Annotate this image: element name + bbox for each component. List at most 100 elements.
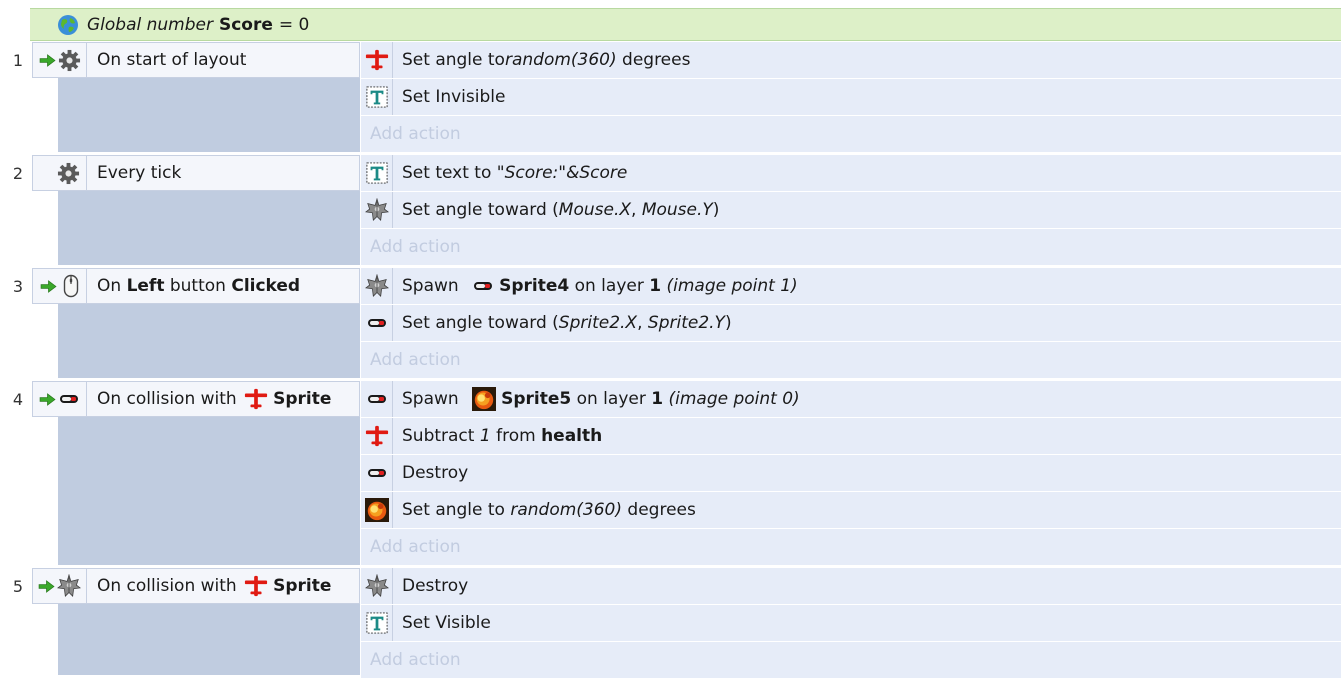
condition-on-collision[interactable]: On collision with Sprite (32, 381, 360, 417)
condition-object-name: Sprite (273, 389, 332, 409)
condition-text-part: button (164, 276, 232, 296)
action-text: Set angle toward ( (402, 200, 559, 220)
action-text: Set text to (402, 163, 497, 183)
event-block-4: 4 On collision with Sprite Spawn Sprite5… (0, 381, 1341, 565)
condition-start-of-layout[interactable]: On start of layout (32, 42, 360, 78)
action-row[interactable]: Spawn Sprite5 on layer 1 (image point 0) (361, 381, 1341, 417)
condition-on-collision[interactable]: On collision with Sprite (32, 568, 360, 604)
add-action-link[interactable]: Add action (361, 529, 1341, 565)
event-block-5: 5 On collision with Sprite Destroy Set V… (0, 568, 1341, 678)
action-row[interactable]: Set Visible (361, 605, 1341, 641)
action-text: Set Visible (402, 613, 491, 633)
bullet-sprite-icon (58, 393, 80, 405)
action-text: Spawn (402, 389, 465, 409)
bullet-sprite-icon (361, 305, 393, 341)
action-row[interactable]: Set angle to random(360) degrees (361, 42, 1341, 78)
add-action-link[interactable]: Add action (361, 342, 1341, 378)
add-action-link[interactable]: Add action (361, 116, 1341, 152)
action-text: Set angle toward ( (402, 313, 559, 333)
mouse-icon (63, 274, 79, 298)
action-separator: , (637, 313, 648, 333)
action-row[interactable]: Spawn Sprite4 on layer 1 (image point 1) (361, 268, 1341, 304)
action-param: random(360) (510, 500, 623, 520)
action-row[interactable]: Set text to "Score:"&Score (361, 155, 1341, 191)
condition-param: Clicked (231, 276, 301, 296)
action-text: Subtract (402, 426, 480, 446)
action-param: random(360) (504, 50, 617, 70)
action-row[interactable]: Set angle toward ( Mouse.X , Mouse.Y ) (361, 192, 1341, 228)
condition-text: On start of layout (97, 50, 247, 70)
action-param: "Score:"&Score (496, 163, 628, 183)
global-keyword: Global number (87, 14, 213, 35)
action-row[interactable]: Subtract 1 from health (361, 418, 1341, 454)
condition-text: On Left button Clicked (97, 276, 300, 296)
bullet-sprite-icon (361, 455, 393, 491)
action-text-suffix: degrees (616, 50, 691, 70)
action-object-name: Sprite4 (499, 276, 570, 296)
actions-list: Set angle to random(360) degrees Set Inv… (361, 42, 1341, 152)
condition-text: On collision with Sprite (97, 574, 331, 598)
grey-ship-sprite-icon (57, 574, 81, 598)
condition-text-part: On (97, 276, 127, 296)
action-text: Spawn (402, 276, 465, 296)
add-action-link[interactable]: Add action (361, 229, 1341, 265)
event-number: 4 (12, 390, 24, 409)
action-param: Mouse.Y (641, 200, 713, 220)
action-text: Set Invisible (402, 87, 506, 107)
condition-text-part: On collision with (97, 576, 243, 596)
actions-list: Spawn Sprite4 on layer 1 (image point 1)… (361, 268, 1341, 378)
text-object-icon (361, 79, 393, 115)
action-text: Set angle to (402, 500, 511, 520)
action-text: on layer (571, 389, 652, 409)
condition-text: Every tick (97, 163, 182, 183)
action-param: (image point 1) (661, 276, 798, 296)
gear-icon (57, 162, 80, 185)
condition-every-tick[interactable]: Every tick (32, 155, 360, 191)
condition-icon-cell (33, 156, 87, 190)
action-param: (image point 0) (663, 389, 800, 409)
grey-ship-sprite-icon (361, 268, 393, 304)
green-arrow-icon (39, 393, 56, 406)
condition-icon-cell (33, 43, 87, 77)
gear-icon (58, 49, 81, 72)
action-row[interactable]: Set angle toward ( Sprite2.X , Sprite2.Y… (361, 305, 1341, 341)
condition-text: On collision with Sprite (97, 387, 331, 411)
grey-ship-sprite-icon (361, 192, 393, 228)
action-row[interactable]: Destroy (361, 455, 1341, 491)
event-number: 2 (12, 164, 24, 183)
action-text-suffix: degrees (622, 500, 696, 520)
action-variable: health (541, 426, 603, 446)
green-arrow-icon (40, 280, 57, 293)
bullet-sprite-icon (361, 381, 393, 417)
action-row[interactable]: Destroy (361, 568, 1341, 604)
action-param: Sprite2.Y (647, 313, 725, 333)
action-row[interactable]: Set angle to random(360) degrees (361, 492, 1341, 528)
explosion-sprite-icon (472, 387, 496, 411)
action-row[interactable]: Set Invisible (361, 79, 1341, 115)
condition-mouse-clicked[interactable]: On Left button Clicked (32, 268, 360, 304)
explosion-sprite-icon (361, 492, 393, 528)
condition-icon-cell (33, 269, 87, 303)
add-action-link[interactable]: Add action (361, 642, 1341, 678)
action-param: Sprite2.X (558, 313, 638, 333)
event-block-2: 2 Every tick Set text to "Score:"&Score … (0, 155, 1341, 265)
red-plane-sprite-icon (361, 42, 393, 78)
green-arrow-icon (39, 54, 56, 67)
action-layer: 1 (651, 389, 664, 409)
action-text-suffix: ) (712, 200, 720, 220)
actions-list: Set text to "Score:"&Score Set angle tow… (361, 155, 1341, 265)
grey-ship-sprite-icon (361, 568, 393, 604)
action-object-name: Sprite5 (501, 389, 572, 409)
global-variable-name: Score (218, 14, 273, 35)
condition-text-part: On collision with (97, 389, 243, 409)
globe-icon (57, 14, 79, 36)
event-number: 5 (12, 577, 24, 596)
actions-list: Spawn Sprite5 on layer 1 (image point 0)… (361, 381, 1341, 565)
red-plane-sprite-icon (244, 574, 268, 598)
action-param: 1 (479, 426, 491, 446)
global-variable-value: = 0 (278, 14, 310, 35)
action-text: from (490, 426, 542, 446)
global-variable-row[interactable]: Global number Score = 0 (30, 8, 1341, 41)
action-separator: , (631, 200, 642, 220)
text-object-icon (361, 605, 393, 641)
